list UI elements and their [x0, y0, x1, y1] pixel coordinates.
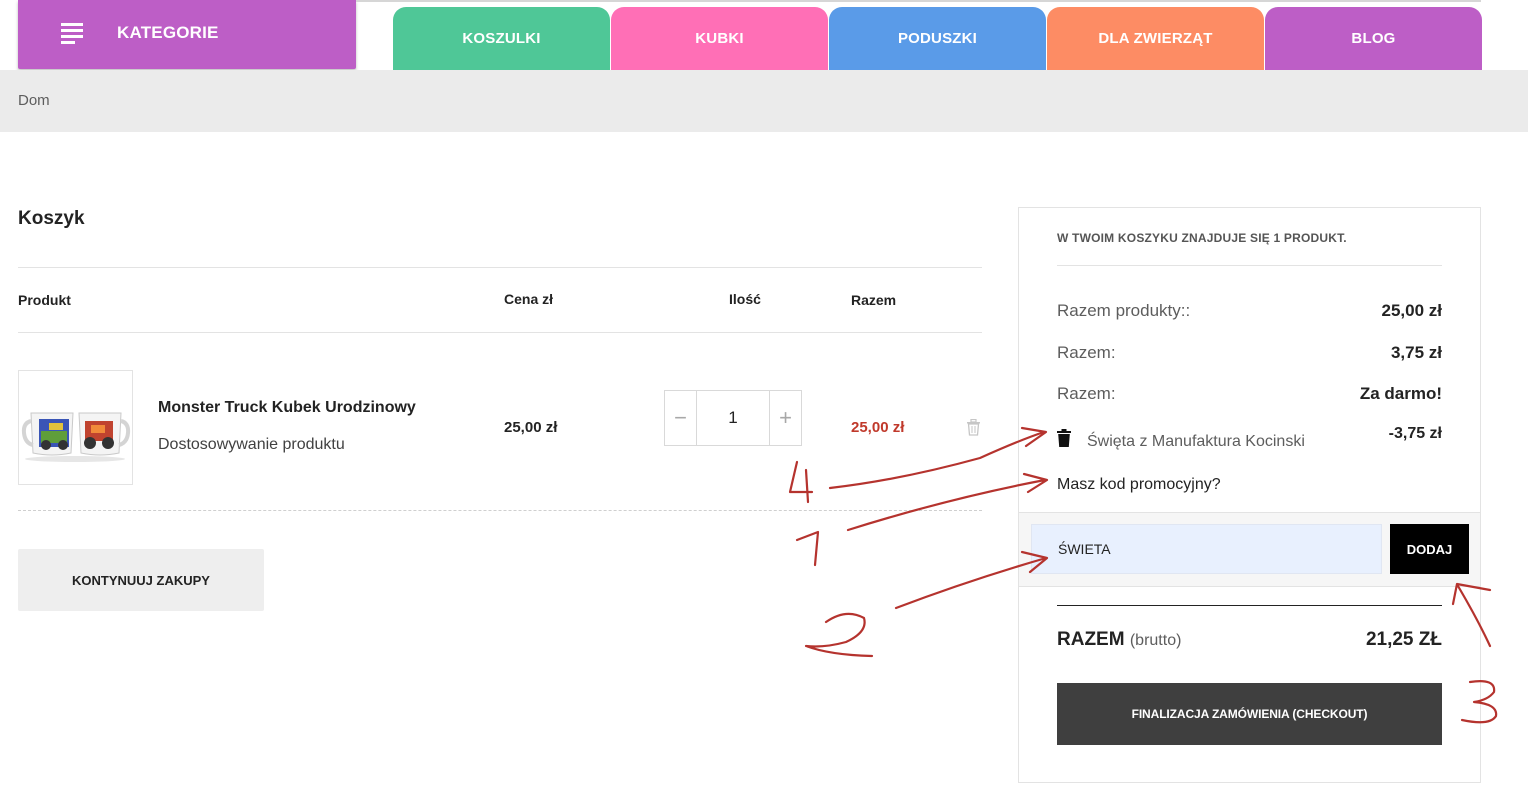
subtotal-value: 25,00 zł	[1381, 301, 1443, 320]
remove-voucher-trash-icon[interactable]	[1057, 429, 1071, 447]
remove-item-trash-icon[interactable]	[966, 419, 981, 436]
categories-label: KATEGORIE	[117, 23, 219, 42]
grand-total-suffix: (brutto)	[1129, 632, 1182, 649]
subtotal-label: Razem produkty::	[1057, 301, 1191, 320]
voucher-value: -3,75 zł	[1388, 425, 1442, 442]
checkout-button[interactable]: FINALIZACJA ZAMÓWIENIA (CHECKOUT)	[1057, 683, 1442, 745]
shipping-value: Za darmo!	[1359, 384, 1442, 403]
product-name-link[interactable]: Monster Truck Kubek Urodzinowy	[158, 399, 416, 417]
product-line-total: 25,00 zł	[851, 419, 905, 436]
header-divider	[356, 0, 1481, 2]
continue-shopping-button[interactable]: KONTYNUUJ ZAKUPY	[18, 549, 264, 611]
column-header-price: Cena zł	[504, 291, 554, 307]
annotation-number-1	[795, 530, 820, 567]
tab-dla-zwierzat[interactable]: DLA ZWIERZĄT	[1047, 7, 1264, 70]
quantity-decrease-button[interactable]: −	[665, 391, 697, 445]
breadcrumb: Dom	[0, 70, 1528, 132]
grand-total-label-text: RAZEM	[1057, 629, 1125, 650]
column-header-product: Produkt	[18, 292, 71, 308]
tab-poduszki[interactable]: PODUSZKI	[829, 7, 1046, 70]
divider	[1057, 265, 1442, 266]
mug-image	[21, 412, 131, 462]
column-header-total: Razem	[851, 292, 897, 308]
quantity-stepper: − 1 +	[664, 390, 802, 446]
page-title: Koszyk	[18, 208, 85, 229]
category-tabs: KOSZULKI KUBKI PODUSZKI DLA ZWIERZĄT BLO…	[393, 7, 1482, 70]
grand-total-label: RAZEM (brutto)	[1057, 629, 1181, 651]
divider	[18, 510, 982, 511]
tax-value: 3,75 zł	[1390, 343, 1442, 362]
promo-code-toggle-link[interactable]: Masz kod promocyjny?	[1057, 476, 1221, 494]
annotation-arrow-4	[828, 426, 1048, 490]
categories-menu-button[interactable]: KATEGORIE	[18, 0, 356, 69]
menu-icon	[61, 23, 83, 44]
tab-koszulki[interactable]: KOSZULKI	[393, 7, 610, 70]
annotation-number-2	[804, 612, 874, 658]
product-customization-link[interactable]: Dostosowywanie produktu	[158, 436, 345, 454]
divider	[18, 332, 982, 333]
tab-blog[interactable]: BLOG	[1265, 7, 1482, 70]
shipping-label: Razem:	[1057, 384, 1116, 403]
tax-label: Razem:	[1057, 343, 1116, 362]
product-image[interactable]	[18, 370, 133, 485]
add-promo-code-button[interactable]: DODAJ	[1390, 524, 1469, 574]
page: KATEGORIE KOSZULKI KUBKI PODUSZKI DLA ZW…	[0, 0, 1528, 786]
product-unit-price: 25,00 zł	[504, 419, 558, 436]
divider	[1057, 605, 1442, 606]
breadcrumb-home-link[interactable]: Dom	[18, 92, 50, 109]
annotation-number-4	[788, 460, 814, 504]
cart-item-count: W TWOIM KOSZYKU ZNAJDUJE SIĘ 1 PRODUKT.	[1057, 231, 1347, 245]
grand-total-value: 21,25 ZŁ	[1365, 629, 1442, 650]
promo-code-input[interactable]: ŚWIETA	[1031, 524, 1382, 574]
column-header-quantity: Ilość	[729, 291, 761, 307]
quantity-increase-button[interactable]: +	[769, 391, 801, 445]
voucher-name: Święta z Manufaktura Kocinski	[1087, 433, 1305, 450]
divider	[18, 267, 982, 268]
tab-kubki[interactable]: KUBKI	[611, 7, 828, 70]
quantity-input[interactable]: 1	[697, 391, 769, 445]
